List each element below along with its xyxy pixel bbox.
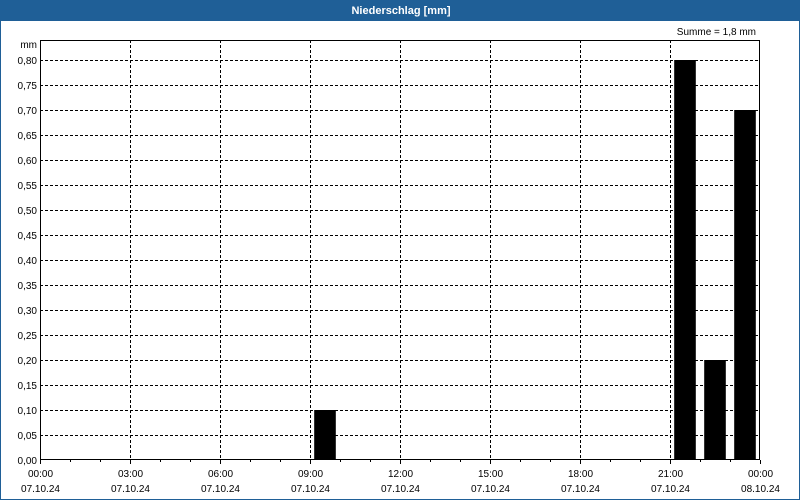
x-tick-date-label: 08.10.24 — [741, 484, 780, 495]
y-tick-label: 0,35 — [18, 281, 38, 292]
y-tick-label: 0,10 — [18, 406, 38, 417]
x-tick-time-label: 21:00 — [658, 469, 683, 480]
x-tick-time-label: 12:00 — [388, 469, 413, 480]
y-axis-label: mm — [20, 40, 37, 51]
x-tick-time-label: 00:00 — [28, 469, 53, 480]
x-tick-date-label: 07.10.24 — [21, 484, 60, 495]
x-tick-date-label: 07.10.24 — [561, 484, 600, 495]
y-tick-label: 0,70 — [18, 106, 38, 117]
y-tick-label: 0,40 — [18, 256, 38, 267]
x-tick-time-label: 18:00 — [568, 469, 593, 480]
y-tick-label: 0,80 — [18, 56, 38, 67]
x-tick-date-label: 07.10.24 — [111, 484, 150, 495]
x-tick-date-label: 07.10.24 — [471, 484, 510, 495]
y-tick-label: 0,45 — [18, 231, 38, 242]
x-tick-time-label: 09:00 — [298, 469, 323, 480]
y-tick-label: 0,60 — [18, 156, 38, 167]
x-tick-date-label: 07.10.24 — [201, 484, 240, 495]
precipitation-chart: 0,00 0,05 0,10 0,15 0,20 0,25 0,30 0,35 0,40 0,45… — [18, 40, 780, 495]
y-tick-label: 0,30 — [18, 306, 38, 317]
precip-bar — [674, 60, 696, 460]
y-tick-label: 0,20 — [18, 356, 38, 367]
x-tick-date-label: 07.10.24 — [291, 484, 330, 495]
y-tick-label: 0,65 — [18, 131, 38, 142]
y-tick-label: 0,00 — [18, 456, 38, 467]
grid-layer — [40, 40, 760, 460]
x-tick-time-label: 00:00 — [748, 469, 773, 480]
x-tick-date-label: 07.10.24 — [381, 484, 420, 495]
precip-bar — [734, 110, 756, 460]
x-tick-date-label: 07.10.24 — [651, 484, 690, 495]
precip-bar — [314, 410, 336, 460]
precip-bar — [704, 360, 726, 460]
y-tick-label: 0,50 — [18, 206, 38, 217]
y-tick-label: 0,75 — [18, 81, 38, 92]
x-tick-time-label: 15:00 — [478, 469, 503, 480]
x-tick-time-label: 06:00 — [208, 469, 233, 480]
y-tick-label: 0,05 — [18, 431, 38, 442]
y-tick-label: 0,15 — [18, 381, 38, 392]
y-tick-label: 0,25 — [18, 331, 38, 342]
x-tick-time-label: 03:00 — [118, 469, 143, 480]
y-tick-label: 0,55 — [18, 181, 38, 192]
